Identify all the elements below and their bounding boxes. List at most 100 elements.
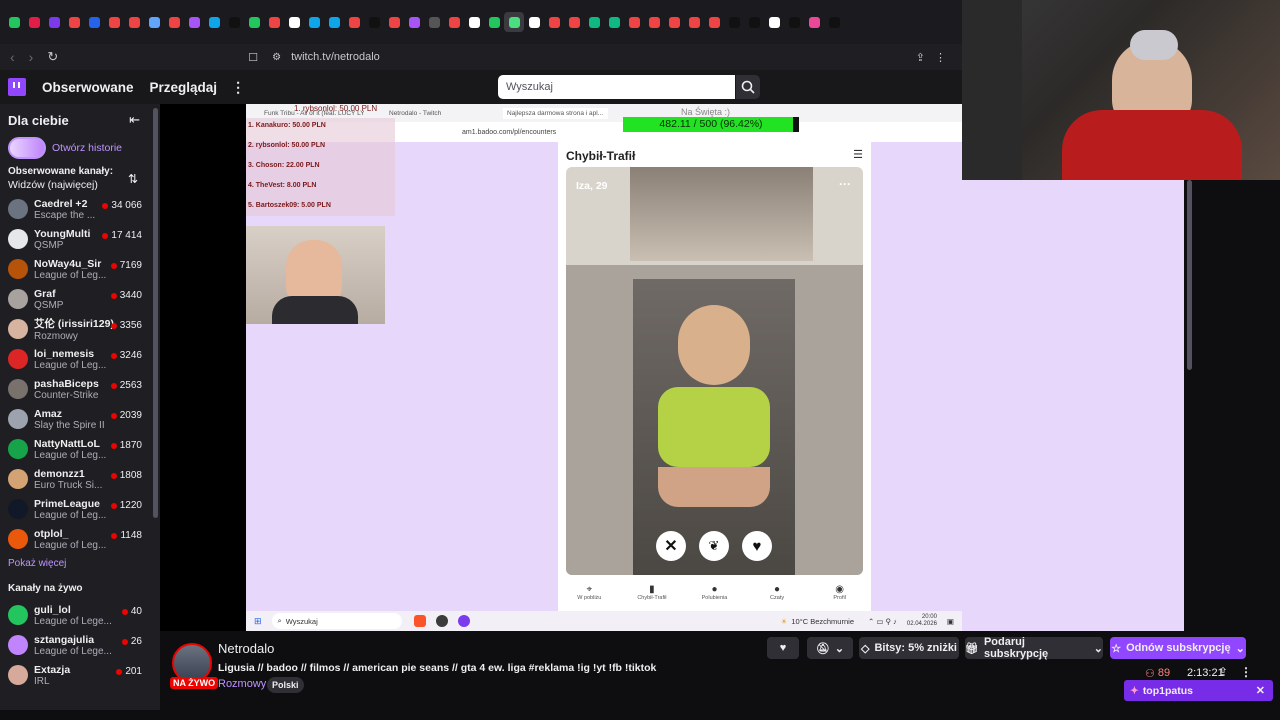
right-scrollbar[interactable]: [1187, 180, 1192, 370]
browser-tab-icon[interactable]: [824, 12, 844, 32]
search-input[interactable]: Wyszukaj: [498, 75, 735, 99]
sidebar-channel[interactable]: YoungMulti QSMP 17 414: [0, 224, 160, 254]
windows-start-icon[interactable]: ⊞: [254, 616, 262, 627]
browser-tab-icon[interactable]: [684, 12, 704, 32]
browser-tab-icon[interactable]: [704, 12, 724, 32]
more-options-icon[interactable]: ⋮: [1240, 665, 1252, 679]
browser-tab-icon[interactable]: [544, 12, 564, 32]
browser-tab-icon[interactable]: [484, 12, 504, 32]
browser-tab-icon[interactable]: [424, 12, 444, 32]
close-toast-icon[interactable]: ✕: [1256, 684, 1265, 697]
browser-tab-icon[interactable]: [24, 12, 44, 32]
browser-tab-icon[interactable]: [404, 12, 424, 32]
browser-tab-icon[interactable]: [224, 12, 244, 32]
sidebar-channel[interactable]: Caedrel +2 Escape the ... 34 066: [0, 194, 160, 224]
browser-tab-icon[interactable]: [764, 12, 784, 32]
browser-tab-icon[interactable]: [744, 12, 764, 32]
bits-button[interactable]: ◇ Bitsy: 5% zniżki: [859, 637, 959, 659]
browser-tab-icon[interactable]: [724, 12, 744, 32]
dislike-button[interactable]: ✕: [656, 531, 686, 561]
browser-tab-icon[interactable]: [384, 12, 404, 32]
share-icon[interactable]: ⇪: [916, 51, 925, 64]
nav-browse[interactable]: Przeglądaj: [150, 80, 218, 95]
sidebar-channel[interactable]: loi_nemesis League of Leg... 3246: [0, 344, 160, 374]
open-stories[interactable]: Otwórz historie: [0, 136, 160, 160]
browser-tab-icon[interactable]: [4, 12, 24, 32]
resub-button[interactable]: ☆ Odnów subskrypcję ⌄: [1110, 637, 1246, 659]
collapse-sidebar-icon[interactable]: ⇤: [129, 112, 140, 128]
sidebar-channel[interactable]: guli_lol League of Lege... 40: [0, 600, 160, 630]
app-icon-3[interactable]: [457, 615, 470, 627]
menu-icon[interactable]: ⋮: [935, 51, 946, 64]
badoo-nav-item[interactable]: ▮ Chybił-Trafił: [621, 584, 684, 611]
gift-sub-button[interactable]: 🎁︎ Podaruj subskrypcję ⌄: [965, 636, 1103, 660]
sort-icon[interactable]: ⇅: [128, 172, 138, 186]
browser-tab-icon[interactable]: [664, 12, 684, 32]
browser-tab-icon[interactable]: [804, 12, 824, 32]
site-info-icon[interactable]: ⚙: [272, 52, 281, 63]
sidebar-channel[interactable]: demonzz1 Euro Truck Si... 1808: [0, 464, 160, 494]
sidebar-channel[interactable]: sztangajulia League of Lege... 26: [0, 630, 160, 660]
notification-icon[interactable]: ▣: [947, 617, 954, 626]
app-icon-2[interactable]: [435, 615, 448, 627]
sub-toast[interactable]: ✦ top1patus ✕: [1124, 680, 1273, 701]
like-button[interactable]: ♥: [742, 531, 772, 561]
browser-tab-icon[interactable]: [204, 12, 224, 32]
browser-tab-icon[interactable]: [144, 12, 164, 32]
tray-icons[interactable]: ⌃ ▭ ⚲ ♪: [868, 617, 897, 626]
filter-icon[interactable]: ☰: [853, 148, 863, 161]
back-icon[interactable]: ‹: [10, 49, 15, 65]
forward-icon[interactable]: ›: [29, 49, 34, 65]
browser-tab-icon[interactable]: [624, 12, 644, 32]
sidebar-channel[interactable]: otplol_ League of Leg... 1148: [0, 524, 160, 554]
search-button[interactable]: [736, 75, 760, 99]
sidebar-scrollbar[interactable]: [153, 108, 158, 518]
brave-app-icon[interactable]: [413, 615, 426, 627]
browser-tab-icon[interactable]: [364, 12, 384, 32]
sidebar-channel[interactable]: NattyNattLoL League of Leg... 1870: [0, 434, 160, 464]
browser-tab-icon[interactable]: [504, 12, 524, 32]
browser-tab-icon[interactable]: [124, 12, 144, 32]
browser-tab-icon[interactable]: [264, 12, 284, 32]
browser-tab-icon[interactable]: [344, 12, 364, 32]
twitch-logo-icon[interactable]: [8, 78, 26, 96]
browser-tab-icon[interactable]: [84, 12, 104, 32]
browser-tab-icon[interactable]: [44, 12, 64, 32]
url-text[interactable]: twitch.tv/netrodalo: [291, 51, 380, 63]
share-icon[interactable]: ⇪: [1218, 665, 1228, 679]
browser-tab-icon[interactable]: [104, 12, 124, 32]
reload-icon[interactable]: ↻: [47, 49, 58, 65]
browser-tab-icon[interactable]: [444, 12, 464, 32]
sidebar-channel[interactable]: PrimeLeague League of Leg... 1220: [0, 494, 160, 524]
browser-tab-icon[interactable]: [184, 12, 204, 32]
browser-tab-icon[interactable]: [284, 12, 304, 32]
browser-tab-icon[interactable]: [524, 12, 544, 32]
browser-tab-icon[interactable]: [464, 12, 484, 32]
show-more-link[interactable]: Pokaż więcej: [0, 554, 160, 578]
browser-tab-icon[interactable]: [604, 12, 624, 32]
badoo-nav-item[interactable]: ● Czaty: [746, 584, 809, 611]
super-like-button[interactable]: ❦: [699, 531, 729, 561]
browser-tab-icon[interactable]: [304, 12, 324, 32]
badoo-nav-item[interactable]: ⌖ W pobliżu: [558, 584, 621, 611]
nav-following[interactable]: Obserwowane: [42, 80, 134, 95]
browser-tab-icon[interactable]: [324, 12, 344, 32]
follow-button[interactable]: ♥: [767, 637, 799, 659]
more-icon[interactable]: ⋮: [231, 79, 245, 96]
profile-more-icon[interactable]: ···: [839, 177, 851, 191]
browser-tab-icon[interactable]: [164, 12, 184, 32]
sidebar-channel[interactable]: Extazja IRL 201: [0, 660, 160, 690]
streamer-name[interactable]: Netrodalo: [218, 641, 274, 656]
sidebar-channel[interactable]: 艾伦 (irissiri129) Rozmowy 3356: [0, 314, 160, 344]
stream-tag[interactable]: Polski: [267, 677, 304, 693]
sidebar-channel[interactable]: NoWay4u_Sir League of Leg... 7169: [0, 254, 160, 284]
sidebar-channel[interactable]: Graf QSMP 3440: [0, 284, 160, 314]
browser-tab-icon[interactable]: [244, 12, 264, 32]
browser-tab-icon[interactable]: [64, 12, 84, 32]
stream-video[interactable]: Funk Tribu - All of it (feat. LUCY LY)..…: [246, 104, 962, 631]
browser-tab-icon[interactable]: [584, 12, 604, 32]
taskbar-search[interactable]: ⌕ Wyszukaj: [271, 613, 402, 629]
profile-card[interactable]: Iza, 29 ··· ✕ ❦ ♥: [566, 167, 863, 575]
badoo-nav-item[interactable]: ◉ Profil: [808, 584, 871, 611]
browser-tab-icon[interactable]: [644, 12, 664, 32]
